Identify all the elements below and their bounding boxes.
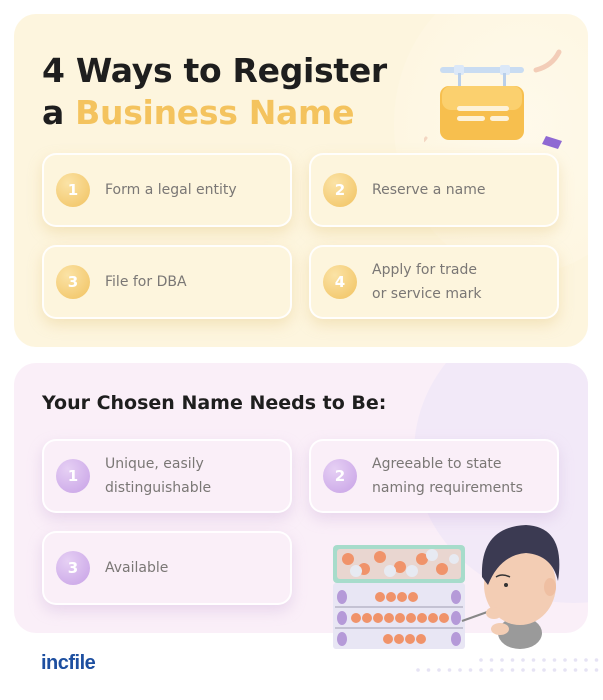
decorative-dot bbox=[563, 668, 567, 672]
decorative-dot bbox=[437, 668, 441, 672]
decorative-dot bbox=[594, 668, 599, 672]
decorative-dot bbox=[521, 658, 525, 662]
decorative-dot bbox=[594, 658, 599, 662]
requirement-label-line-2: distinguishable bbox=[105, 480, 212, 496]
requirement-number-badge: 1 bbox=[56, 459, 90, 493]
step-number-badge: 3 bbox=[56, 265, 90, 299]
ways-to-register-panel: 4 Ways to Register a Business Name 1 For… bbox=[14, 14, 588, 347]
requirement-card: 1 Unique, easily distinguishable bbox=[42, 439, 292, 513]
decorative-dot bbox=[584, 668, 588, 672]
decorative-dot bbox=[584, 658, 588, 662]
step-label: Form a legal entity bbox=[105, 182, 237, 198]
step-label: File for DBA bbox=[105, 274, 187, 290]
step-card: 1 Form a legal entity bbox=[42, 153, 292, 227]
name-machine-illustration bbox=[333, 525, 560, 649]
decorative-dot bbox=[479, 668, 483, 672]
requirement-label: Unique, easily distinguishable bbox=[105, 452, 211, 500]
title-prefix: a bbox=[42, 93, 76, 132]
decorative-dot bbox=[458, 668, 462, 672]
decorative-dot bbox=[521, 668, 525, 672]
step-card: 2 Reserve a name bbox=[309, 153, 559, 227]
section-title: Your Chosen Name Needs to Be: bbox=[42, 392, 387, 414]
step-card: 4 Apply for trade or service mark bbox=[309, 245, 559, 319]
requirement-number-badge: 2 bbox=[323, 459, 357, 493]
step-label: Reserve a name bbox=[372, 182, 486, 198]
decorative-dots bbox=[416, 658, 599, 672]
hanging-sign-icon bbox=[424, 49, 562, 149]
decorative-dot bbox=[552, 668, 557, 672]
decorative-dot bbox=[489, 668, 494, 672]
decorative-dot bbox=[426, 668, 431, 672]
requirement-card: 3 Available bbox=[42, 531, 292, 605]
step-number-badge: 1 bbox=[56, 173, 90, 207]
decorative-dot bbox=[542, 658, 546, 662]
step-number-badge: 2 bbox=[323, 173, 357, 207]
decorative-dot bbox=[479, 658, 483, 662]
decorative-dot bbox=[447, 668, 452, 672]
decorative-dot bbox=[573, 668, 578, 672]
step-label-line-1: Apply for trade bbox=[372, 262, 477, 278]
decorative-dot bbox=[531, 668, 536, 672]
requirement-label: Available bbox=[105, 560, 169, 576]
decorative-dot bbox=[468, 668, 473, 672]
requirement-number-badge: 3 bbox=[56, 551, 90, 585]
decorative-dot bbox=[531, 658, 536, 662]
decorative-dot bbox=[573, 658, 578, 662]
requirement-card: 2 Agreeable to state naming requirements bbox=[309, 439, 559, 513]
main-title: 4 Ways to Register a Business Name bbox=[42, 50, 387, 134]
title-line-1: 4 Ways to Register bbox=[42, 51, 387, 90]
decorative-dot bbox=[416, 668, 420, 672]
decorative-dot bbox=[489, 658, 494, 662]
step-number-badge: 4 bbox=[323, 265, 357, 299]
requirement-label-line-1: Agreeable to state bbox=[372, 456, 502, 472]
decorative-dot bbox=[500, 658, 504, 662]
decorative-dot bbox=[552, 658, 557, 662]
step-label-line-2: or service mark bbox=[372, 286, 482, 302]
decorative-dot bbox=[510, 658, 515, 662]
requirement-label-line-2: naming requirements bbox=[372, 480, 523, 496]
step-card: 3 File for DBA bbox=[42, 245, 292, 319]
requirement-label-line-1: Unique, easily bbox=[105, 456, 204, 472]
title-accent: Business Name bbox=[75, 93, 355, 132]
decorative-dot bbox=[500, 668, 504, 672]
requirement-label: Agreeable to state naming requirements bbox=[372, 452, 523, 500]
incfile-logo[interactable]: incfile bbox=[41, 652, 96, 675]
decorative-dot bbox=[563, 658, 567, 662]
decorative-dot bbox=[510, 668, 515, 672]
decorative-dot bbox=[542, 668, 546, 672]
step-label: Apply for trade or service mark bbox=[372, 258, 481, 306]
